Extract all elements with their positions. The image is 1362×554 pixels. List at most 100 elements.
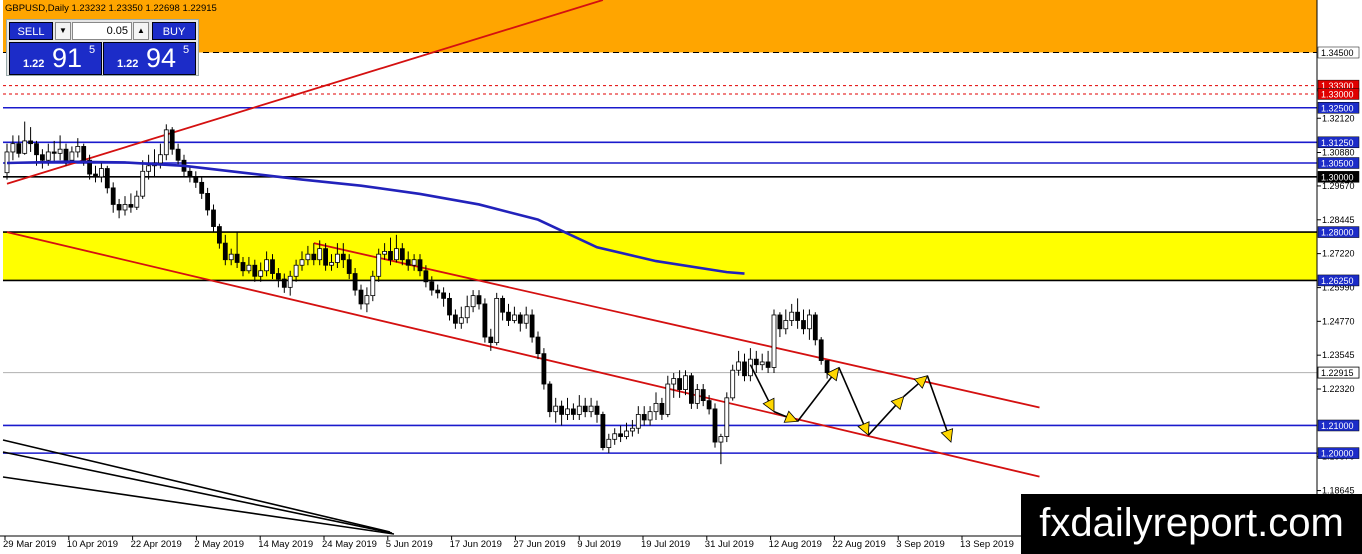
candle [818,337,824,365]
y-tick-label: 1.23545 [1322,350,1355,360]
candle-body [299,259,305,266]
candle [630,419,635,437]
candle-body [724,397,730,437]
candle [104,165,110,194]
candle-body [63,148,69,161]
arrow-up-icon: ▲ [137,26,145,35]
projection-segment [903,383,919,398]
candle-body [476,295,482,305]
candle [753,350,759,373]
candle-body [635,414,641,429]
candle [730,364,736,401]
candle [517,312,523,332]
sell-price-sup: 5 [89,44,96,56]
sell-button[interactable]: SELL [9,22,53,40]
candle-body [671,378,677,385]
candle-body [334,253,340,263]
candle [653,392,659,420]
candle [441,287,447,307]
candle-body [641,414,647,421]
candle-body [694,389,700,404]
candle-body [683,375,688,390]
x-tick-label: 9 Jul 2019 [577,539,621,550]
candle-body [175,148,181,161]
candle-body [447,297,452,316]
candle [541,348,547,390]
candle [576,395,582,420]
candle-body [659,402,665,415]
candle [694,384,700,409]
price-tag-label: 1.32500 [1321,103,1354,113]
candle [559,400,564,426]
candle-body [329,262,334,266]
candle [677,370,682,398]
x-tick-label: 3 Sep 2019 [896,539,945,550]
x-tick-label: 2 May 2019 [194,539,244,550]
candle-body [216,226,222,244]
candle-body [458,317,464,324]
candle [28,127,34,152]
x-tick-label: 31 Jul 2019 [705,539,754,550]
candle [612,428,618,445]
candle-body [753,358,759,366]
y-tick-label: 1.28445 [1322,215,1355,225]
candle [641,406,647,426]
buy-price-sup: 5 [183,44,190,56]
candle-body [163,129,169,156]
candle-body [689,375,694,404]
candle [724,392,730,443]
x-tick-label: 5 Jun 2019 [386,539,433,550]
candle [40,149,45,169]
candle-body [824,360,830,373]
candle-body [128,204,134,208]
candle-body [110,187,116,205]
candle-body [594,405,600,415]
projection-layer [749,364,954,443]
candle-body [22,140,28,154]
candle-body [281,278,287,288]
price-tag-label: 1.31250 [1321,138,1354,148]
candle [812,312,818,346]
candle-body [246,264,252,272]
candle-body [193,176,199,183]
candle [506,303,511,327]
candle [187,165,193,183]
candle [824,360,830,379]
candle [736,350,741,376]
x-tick-label: 10 Apr 2019 [67,539,118,550]
candle [169,127,175,155]
candle-body [376,253,382,277]
buy-button[interactable]: BUY [152,22,196,40]
x-tick-label: 14 May 2019 [258,539,313,550]
candle [765,350,771,373]
lot-increase-button[interactable]: ▲ [133,22,149,40]
lot-decrease-button[interactable]: ▼ [55,22,71,40]
candle [464,295,470,324]
candle-body [16,143,22,154]
candle [435,284,441,299]
price-tag-label: 1.28000 [1321,228,1354,238]
candle [795,298,800,329]
candle [777,312,783,338]
candle-body [340,253,346,261]
candle-body [618,433,623,437]
candle-body [541,353,547,385]
lot-size-input[interactable] [72,22,132,40]
sell-price-box[interactable]: 1.22 91 5 [9,42,102,75]
candle [594,400,600,423]
candle [671,372,677,398]
candle-body [346,259,352,274]
candle [16,135,22,158]
candle-body [199,181,205,194]
candle [742,353,747,382]
buy-price-box[interactable]: 1.22 94 5 [103,42,196,75]
candle [789,303,795,327]
candle-body [370,275,376,297]
candle [458,306,464,329]
candle [600,411,606,451]
candle-body [323,248,329,266]
candle-body [441,292,447,299]
candle-body [364,295,370,305]
x-tick-label: 22 Aug 2019 [832,539,885,550]
candle-body [234,253,240,263]
